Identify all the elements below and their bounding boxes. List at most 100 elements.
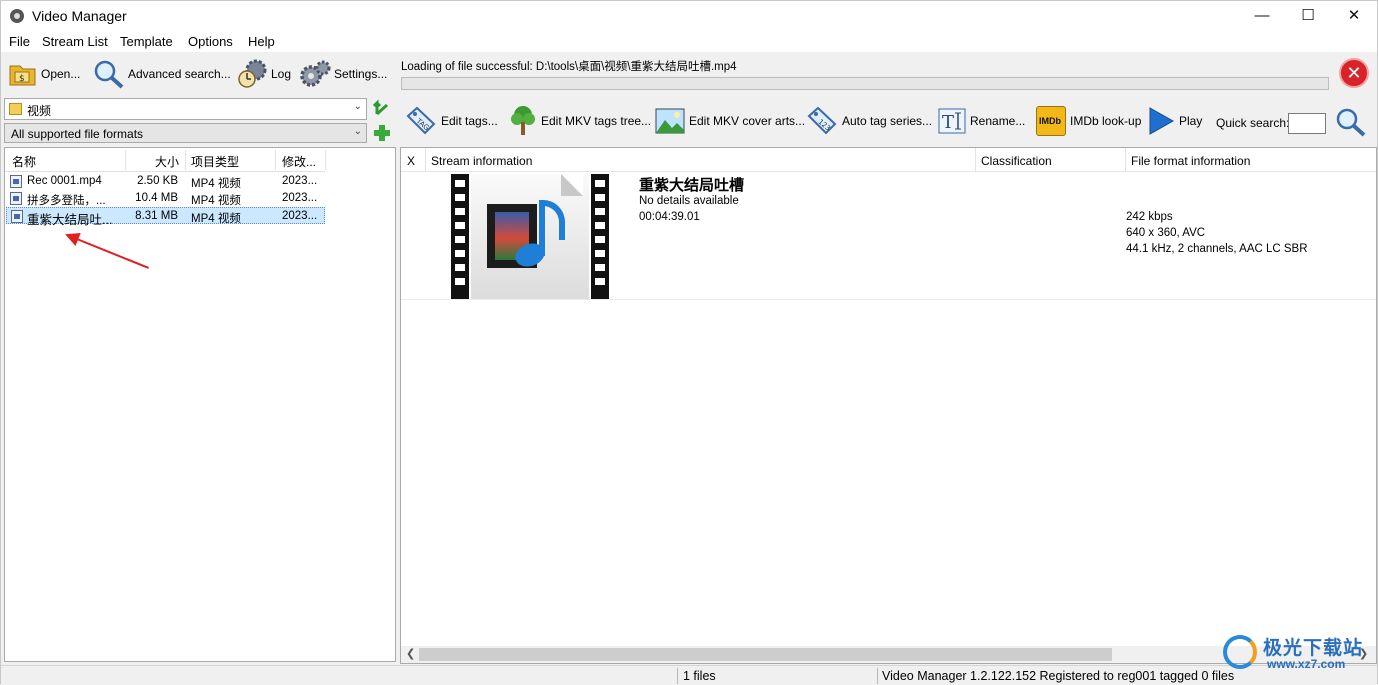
- col-stream-information[interactable]: Stream information: [431, 154, 532, 168]
- file-name: 重紫大结局吐...: [27, 213, 113, 227]
- col-x[interactable]: X: [407, 154, 415, 168]
- app-window: Video Manager — ☐ ✕ File Stream List Tem…: [0, 0, 1378, 685]
- log-gear-icon: [236, 59, 268, 89]
- column-divider[interactable]: [185, 150, 186, 170]
- scroll-thumb[interactable]: [419, 648, 1112, 661]
- minimize-button[interactable]: —: [1239, 1, 1285, 32]
- file-size: 2.50 KB: [137, 175, 178, 187]
- menu-bar: File Stream List Template Options Help: [1, 32, 1377, 52]
- settings-button[interactable]: Settings...: [299, 58, 387, 90]
- menu-options[interactable]: Options: [188, 34, 233, 49]
- column-divider[interactable]: [275, 150, 276, 170]
- file-row[interactable]: Rec 0001.mp4 2.50 KB MP4 视频 2023...: [6, 173, 325, 190]
- play-icon: [1147, 106, 1175, 136]
- stream-title: 重紫大结局吐槽: [639, 177, 745, 194]
- video-file-icon: [10, 175, 22, 188]
- file-row-selected[interactable]: 重紫大结局吐... 8.31 MB MP4 视频 2023...: [6, 207, 325, 227]
- menu-stream-list[interactable]: Stream List: [42, 34, 108, 49]
- edit-tags-label: Edit tags...: [441, 114, 498, 128]
- watermark-url: www.xz7.com: [1267, 657, 1346, 671]
- go-up-arrow-icon[interactable]: [372, 99, 391, 117]
- edit-tags-button[interactable]: TAG Edit tags...: [405, 103, 498, 139]
- stream-detail-panel: X Stream information Classification File…: [400, 147, 1377, 664]
- add-plus-icon[interactable]: [373, 124, 391, 142]
- file-size: 8.31 MB: [135, 210, 178, 222]
- chevron-down-icon: ⌄: [353, 101, 362, 112]
- file-modified: 2023...: [282, 192, 318, 204]
- quick-search-label: Quick search:: [1216, 116, 1290, 130]
- magnifier-icon: [93, 59, 125, 89]
- tag-icon: TAG: [405, 106, 437, 136]
- col-size[interactable]: 大小: [155, 153, 179, 170]
- col-file-format-information[interactable]: File format information: [1131, 154, 1250, 168]
- app-registration-info: Video Manager 1.2.122.152 Registered to …: [882, 669, 1235, 683]
- advanced-search-button[interactable]: Advanced search...: [93, 58, 231, 90]
- left-toolbar: $ Open... Advanced search... Log Setting…: [4, 54, 395, 94]
- col-modified[interactable]: 修改...: [282, 153, 316, 170]
- file-format-filter[interactable]: All supported file formats ⌄: [4, 123, 367, 143]
- advanced-search-label: Advanced search...: [128, 67, 231, 81]
- folder-icon: [9, 103, 22, 115]
- rename-button[interactable]: T Rename...: [938, 103, 1025, 139]
- load-status-message: Loading of file successful: D:\tools\桌面\…: [401, 61, 737, 73]
- folder-select[interactable]: 视频 ⌄: [4, 98, 367, 120]
- watermark-logo-icon: [1223, 635, 1257, 669]
- log-label: Log: [271, 67, 292, 81]
- col-classification[interactable]: Classification: [981, 154, 1052, 168]
- format-audio: 44.1 kHz, 2 channels, AAC LC SBR: [1126, 243, 1308, 255]
- scroll-left-icon[interactable]: ❮: [406, 647, 415, 660]
- column-divider[interactable]: [425, 148, 426, 172]
- format-bitrate: 242 kbps: [1126, 211, 1173, 223]
- file-row[interactable]: 拼多多登陆，... 10.4 MB MP4 视频 2023...: [6, 190, 325, 207]
- stream-details: No details available: [639, 195, 739, 207]
- status-bar: 1 files Video Manager 1.2.122.152 Regist…: [1, 665, 1377, 685]
- detail-header: X Stream information Classification File…: [401, 148, 1376, 172]
- stream-duration: 00:04:39.01: [639, 211, 700, 223]
- watermark-text: 极光下载站: [1263, 638, 1364, 659]
- maximize-button[interactable]: ☐: [1285, 1, 1331, 32]
- file-list[interactable]: 名称 大小 项目类型 修改... Rec 0001.mp4 2.50 KB MP…: [4, 147, 396, 662]
- file-name: Rec 0001.mp4: [27, 175, 102, 187]
- title-bar: Video Manager — ☐ ✕: [1, 1, 1377, 32]
- file-modified: 2023...: [282, 175, 318, 187]
- open-label: Open...: [41, 67, 81, 81]
- chevron-down-icon: ⌄: [353, 126, 362, 137]
- quick-search-input[interactable]: [1288, 113, 1326, 134]
- folder-open-icon: $: [8, 60, 38, 88]
- window-title: Video Manager: [32, 8, 127, 24]
- column-divider[interactable]: [125, 150, 126, 170]
- column-divider[interactable]: [975, 148, 976, 172]
- column-divider[interactable]: [1125, 148, 1126, 172]
- auto-tag-series-button[interactable]: 123 Auto tag series...: [806, 103, 932, 139]
- log-button[interactable]: Log: [236, 58, 291, 90]
- file-format-filter-value: All supported file formats: [11, 127, 144, 141]
- open-button[interactable]: $ Open...: [8, 58, 80, 90]
- column-divider[interactable]: [325, 150, 326, 170]
- menu-help[interactable]: Help: [248, 34, 275, 49]
- imdb-lookup-button[interactable]: IMDb IMDb look-up: [1036, 103, 1141, 139]
- svg-text:$: $: [19, 74, 25, 84]
- load-progress-bar: [401, 77, 1329, 90]
- text-cursor-icon: T: [938, 108, 966, 134]
- file-size: 10.4 MB: [135, 192, 178, 204]
- numbered-tag-icon: 123: [806, 106, 838, 136]
- imdb-badge-text: IMDb: [1039, 116, 1061, 126]
- play-label: Play: [1179, 114, 1203, 128]
- close-window-button[interactable]: ✕: [1331, 1, 1377, 32]
- edit-mkv-cover-arts-button[interactable]: Edit MKV cover arts...: [655, 103, 805, 139]
- col-type[interactable]: 项目类型: [191, 153, 239, 170]
- format-video: 640 x 360, AVC: [1126, 227, 1206, 239]
- edit-mkv-tags-tree-button[interactable]: Edit MKV tags tree...: [509, 103, 651, 139]
- file-modified: 2023...: [282, 210, 318, 222]
- col-name[interactable]: 名称: [12, 153, 36, 170]
- svg-text:T: T: [942, 112, 954, 133]
- menu-file[interactable]: File: [9, 34, 30, 49]
- auto-tag-series-label: Auto tag series...: [842, 114, 933, 128]
- film-strip-left: [451, 174, 469, 299]
- play-button[interactable]: Play: [1147, 103, 1202, 139]
- tag-toolbar: TAG Edit tags... Edit MKV tags tree... E…: [401, 99, 1377, 143]
- menu-template[interactable]: Template: [120, 34, 173, 49]
- cancel-x-icon[interactable]: ✕: [1339, 58, 1369, 88]
- video-file-icon: [11, 210, 23, 223]
- quick-search-icon[interactable]: [1335, 107, 1367, 137]
